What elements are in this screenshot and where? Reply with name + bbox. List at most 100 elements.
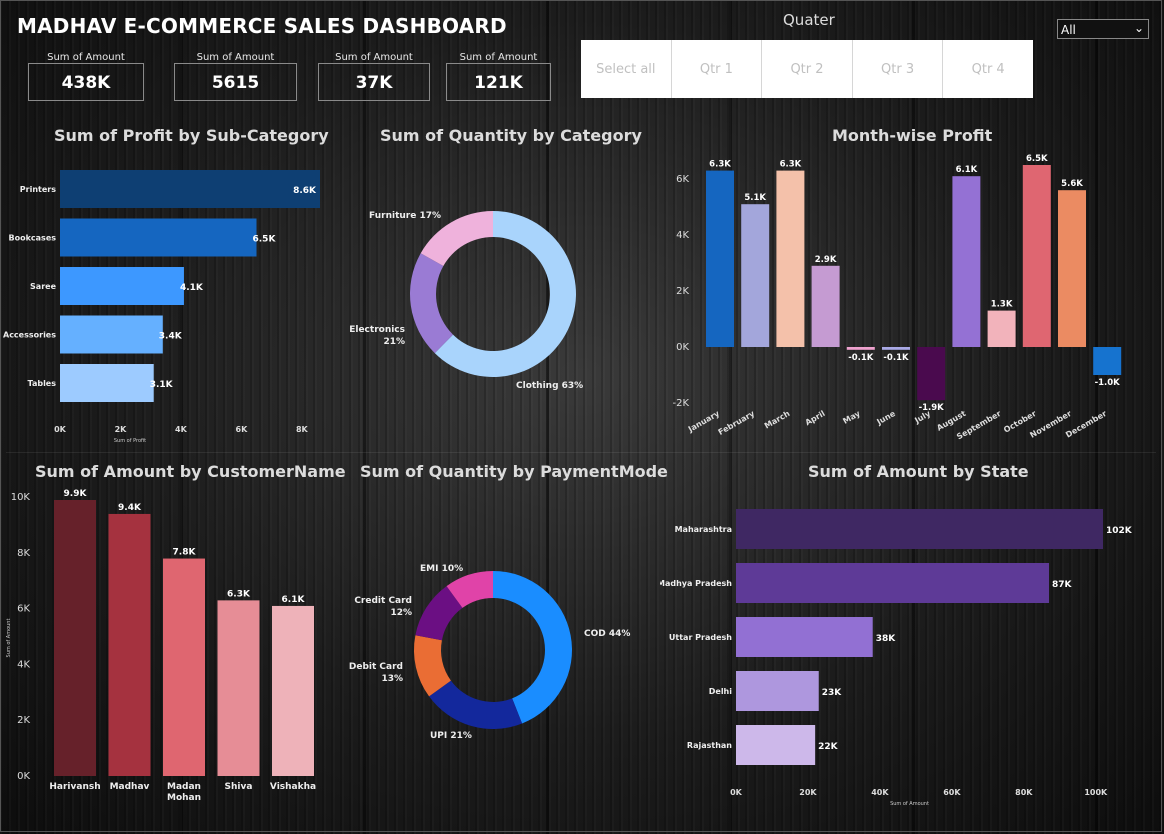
y-tick-label: 2K: [676, 286, 689, 297]
bar: [811, 265, 840, 347]
category-label: Printers: [20, 185, 56, 194]
section-divider: [6, 452, 1156, 453]
data-label: 9.4K: [118, 503, 142, 513]
bar: [741, 204, 770, 347]
donut-slice: [429, 680, 523, 729]
category-label: Accessories: [3, 331, 56, 340]
x-axis-label: Sum of Profit: [114, 438, 146, 444]
data-label: 5.6K: [1061, 179, 1083, 189]
chart-title-quantity-category: Sum of Quantity by Category: [380, 126, 642, 145]
slice-label: EMI 10%: [420, 564, 463, 574]
bar: [54, 500, 96, 776]
bar: [706, 170, 734, 347]
category-label: June: [874, 409, 897, 427]
chart-title-month-profit: Month-wise Profit: [832, 126, 993, 145]
bar: [163, 558, 205, 776]
x-tick-label: 60K: [943, 788, 961, 797]
category-label: Madhya Pradesh: [660, 579, 732, 588]
bar: [60, 170, 320, 208]
bar: [736, 725, 816, 765]
category-label: Uttar Pradesh: [669, 633, 732, 642]
data-label: 6.5K: [253, 235, 277, 245]
y-tick-label: 6K: [676, 174, 689, 185]
page-title: MADHAV E-COMMERCE SALES DASHBOARD: [17, 14, 507, 38]
data-label: 6.1K: [282, 595, 306, 605]
y-tick-label: 10K: [11, 492, 31, 503]
data-label: 102K: [1106, 526, 1133, 536]
bar: [108, 513, 151, 776]
category-label: Vishakha: [270, 782, 316, 792]
category-label: February: [717, 409, 757, 437]
data-label: -0.1K: [848, 353, 874, 363]
bar: [736, 563, 1050, 603]
bar: [952, 176, 981, 347]
x-tick-label: 4K: [175, 425, 188, 434]
chart-title-amount-customer: Sum of Amount by CustomerName: [35, 462, 346, 481]
bar: [217, 600, 260, 776]
category-label: Shiva: [225, 782, 253, 792]
kpi-card-value: 5615: [211, 73, 260, 93]
y-axis-label: Sum of Amount: [6, 619, 12, 658]
data-label: 9.9K: [64, 489, 88, 499]
data-label: 6.3K: [780, 160, 802, 170]
data-label: 87K: [1052, 580, 1073, 590]
x-tick-label: 20K: [799, 788, 817, 797]
kpi-card: Sum of Amount 438K: [28, 52, 144, 101]
x-tick-label: 8K: [296, 425, 309, 434]
kpi-card: Sum of Amount 121K: [446, 52, 551, 101]
data-label: 22K: [818, 742, 839, 752]
slicer-option-qtr-2[interactable]: Qtr 2: [762, 40, 853, 98]
category-label: March: [763, 409, 792, 431]
slicer-option-qtr-1[interactable]: Qtr 1: [672, 40, 763, 98]
slicer-option-qtr-4[interactable]: Qtr 4: [943, 40, 1033, 98]
bar: [60, 267, 184, 305]
y-tick-label: -2K: [672, 398, 689, 409]
kpi-card-label: Sum of Amount: [196, 52, 275, 63]
category-label: Madan Mohan: [167, 782, 201, 803]
data-label: 1.3K: [991, 300, 1013, 310]
donut-slice: [493, 571, 572, 724]
slicer-option-qtr-3[interactable]: Qtr 3: [853, 40, 944, 98]
kpi-card-label: Sum of Amount: [459, 52, 538, 63]
y-tick-label: 0K: [676, 342, 689, 353]
chart-amount-by-state: Maharashtra 102K Madhya Pradesh 87K Uttar Pr…: [660, 509, 1133, 807]
category-label: April: [804, 409, 827, 428]
category-label: Maharashtra: [675, 525, 732, 534]
bar: [846, 347, 875, 350]
chart-title-profit-subcategory: Sum of Profit by Sub-Category: [54, 126, 329, 145]
x-tick-label: 100K: [1084, 788, 1108, 797]
quarter-slicer-title: Quater: [783, 11, 835, 29]
bar: [1022, 165, 1051, 347]
data-label: 2.9K: [815, 255, 837, 265]
bar: [917, 347, 946, 401]
quarter-dropdown[interactable]: All ⌄: [1057, 19, 1149, 39]
kpi-card: Sum of Amount 5615: [174, 52, 297, 101]
slice-label: Debit Card 13%: [349, 662, 403, 684]
y-tick-label: 8K: [17, 548, 30, 559]
kpi-card: Sum of Amount 37K: [318, 52, 430, 101]
slicer-option-select-all[interactable]: Select all: [581, 40, 672, 98]
slice-label: Clothing 63%: [516, 381, 583, 391]
data-label: 23K: [822, 688, 843, 698]
y-tick-label: 6K: [17, 604, 30, 615]
bar: [1093, 347, 1122, 375]
chart-quantity-by-category: Clothing 63% Electronics 21% Furniture 17%: [349, 211, 583, 391]
data-label: 5.1K: [744, 193, 766, 203]
donut-slice: [410, 253, 454, 354]
data-label: 6.3K: [227, 589, 251, 599]
data-label: -1.0K: [1095, 378, 1121, 388]
kpi-card-value: 37K: [355, 73, 393, 93]
category-label: Tables: [28, 379, 57, 388]
bar: [60, 315, 163, 354]
data-label: 3.1K: [150, 380, 174, 390]
bar: [1058, 190, 1086, 347]
bar: [736, 671, 819, 711]
category-label: Harivansh: [49, 782, 100, 792]
dropdown-selected-value: All: [1061, 23, 1076, 37]
chart-month-wise-profit: 6.3KJanuary5.1KFebruary6.3KMarch2.9KApri…: [672, 154, 1122, 442]
bar: [776, 170, 805, 347]
bar: [736, 617, 873, 657]
bar: [882, 347, 910, 350]
bar: [60, 364, 154, 402]
y-tick-label: 4K: [676, 230, 689, 241]
